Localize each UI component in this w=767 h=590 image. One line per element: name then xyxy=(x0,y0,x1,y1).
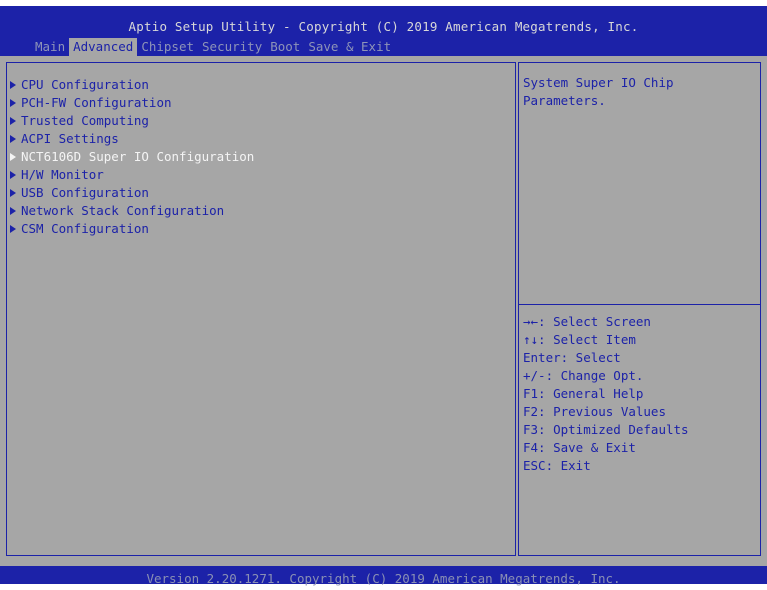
key-esc-exit: ESC: Exit xyxy=(523,458,591,473)
key-general-help: F1: General Help xyxy=(523,386,644,401)
setup-title: Aptio Setup Utility - Copyright (C) 2019… xyxy=(128,19,639,34)
key-legend: →←: Select Screen ↑↓: Select Item Enter:… xyxy=(523,313,689,475)
tab-main[interactable]: Main xyxy=(31,38,69,56)
submenu-arrow-icon xyxy=(10,99,16,107)
key-save-exit: F4: Save & Exit xyxy=(523,440,636,455)
key-select-screen: →←: Select Screen xyxy=(523,314,651,329)
submenu-arrow-icon xyxy=(10,117,16,125)
tab-security[interactable]: Security xyxy=(198,38,266,56)
key-select-item: ↑↓: Select Item xyxy=(523,332,636,347)
version-footer: Version 2.20.1271. Copyright (C) 2019 Am… xyxy=(146,571,621,586)
help-description: System Super IO Chip Parameters. xyxy=(523,75,674,108)
help-divider xyxy=(519,304,760,305)
menu-item-label: ACPI Settings xyxy=(21,131,119,146)
tab-advanced[interactable]: Advanced xyxy=(69,38,138,56)
menu-item-label: Trusted Computing xyxy=(21,113,149,128)
tab-bar: Main Advanced Chipset Security Boot Save… xyxy=(31,38,395,56)
menu-item-acpi-settings[interactable]: ACPI Settings xyxy=(10,130,254,148)
menu-box: CPU Configuration PCH-FW Configuration T… xyxy=(6,62,516,556)
submenu-arrow-icon xyxy=(10,171,16,179)
submenu-arrow-icon xyxy=(10,225,16,233)
menu-item-csm-configuration[interactable]: CSM Configuration xyxy=(10,220,254,238)
key-enter-select: Enter: Select xyxy=(523,350,621,365)
key-optimized-defaults: F3: Optimized Defaults xyxy=(523,422,689,437)
menu-item-label: H/W Monitor xyxy=(21,167,104,182)
tab-chipset[interactable]: Chipset xyxy=(137,38,198,56)
submenu-arrow-icon xyxy=(10,81,16,89)
menu-item-trusted-computing[interactable]: Trusted Computing xyxy=(10,112,254,130)
menu-item-label: CSM Configuration xyxy=(21,221,149,236)
submenu-arrow-icon xyxy=(10,207,16,215)
submenu-arrow-icon xyxy=(10,189,16,197)
tab-save-exit[interactable]: Save & Exit xyxy=(304,38,395,56)
menu-item-label: PCH-FW Configuration xyxy=(21,95,172,110)
menu-item-super-io-configuration[interactable]: NCT6106D Super IO Configuration xyxy=(10,148,254,166)
menu-item-network-stack-configuration[interactable]: Network Stack Configuration xyxy=(10,202,254,220)
content-panel: CPU Configuration PCH-FW Configuration T… xyxy=(0,56,767,566)
menu-item-pch-fw-configuration[interactable]: PCH-FW Configuration xyxy=(10,94,254,112)
tab-boot[interactable]: Boot xyxy=(266,38,304,56)
menu-item-usb-configuration[interactable]: USB Configuration xyxy=(10,184,254,202)
menu-item-label: CPU Configuration xyxy=(21,77,149,92)
menu-list: CPU Configuration PCH-FW Configuration T… xyxy=(10,76,254,238)
help-box: System Super IO Chip Parameters. →←: Sel… xyxy=(518,62,761,556)
bios-frame: Aptio Setup Utility - Copyright (C) 2019… xyxy=(0,6,767,586)
submenu-arrow-icon xyxy=(10,153,16,161)
menu-item-label: Network Stack Configuration xyxy=(21,203,225,218)
menu-item-label: NCT6106D Super IO Configuration xyxy=(21,149,255,164)
key-previous-values: F2: Previous Values xyxy=(523,404,666,419)
menu-item-label: USB Configuration xyxy=(21,185,149,200)
menu-item-cpu-configuration[interactable]: CPU Configuration xyxy=(10,76,254,94)
submenu-arrow-icon xyxy=(10,135,16,143)
key-change-option: +/-: Change Opt. xyxy=(523,368,644,383)
menu-item-hw-monitor[interactable]: H/W Monitor xyxy=(10,166,254,184)
